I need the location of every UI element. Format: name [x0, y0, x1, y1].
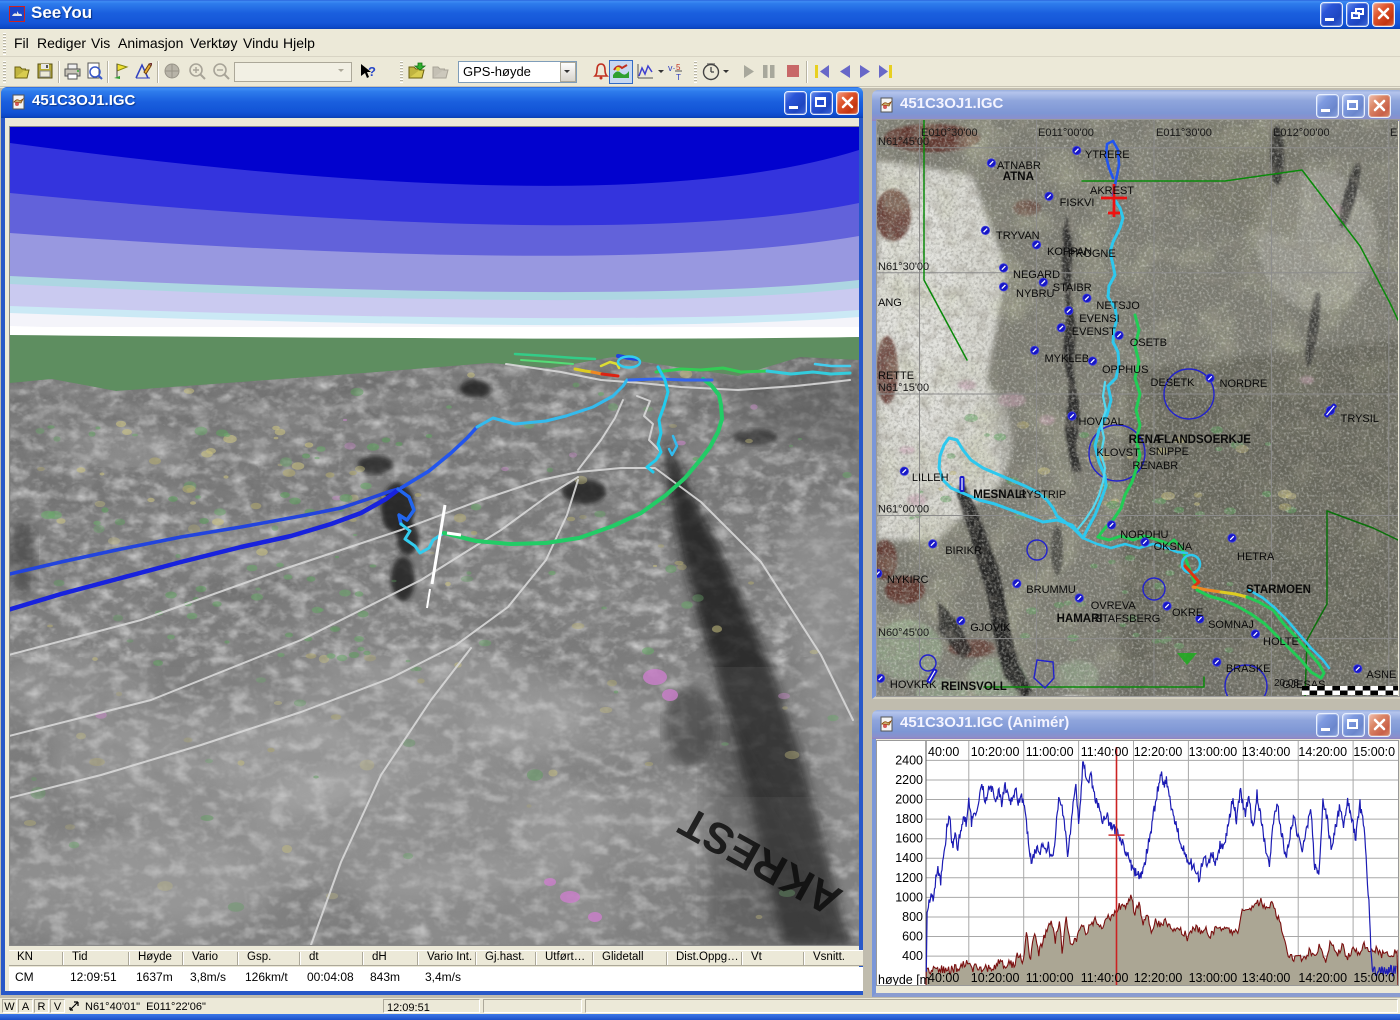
svg-text:10:20:00: 10:20:00 — [971, 745, 1020, 759]
svg-text:OVREVA: OVREVA — [1091, 600, 1137, 612]
svg-text:E011°30'00: E011°30'00 — [1156, 127, 1212, 139]
svg-text:RETTE: RETTE — [878, 370, 914, 382]
svg-text:EVENSI: EVENSI — [1079, 313, 1119, 325]
svg-text:1200: 1200 — [895, 871, 923, 885]
svg-text:ANG: ANG — [878, 297, 902, 309]
svg-text:N61°00'00: N61°00'00 — [878, 504, 929, 516]
svg-text:OSETB: OSETB — [1130, 337, 1167, 349]
svg-text:STARMOEN: STARMOEN — [1246, 584, 1311, 596]
svg-text:NEGARD: NEGARD — [1013, 269, 1060, 281]
svg-text:BIRIKR: BIRIKR — [945, 545, 982, 557]
svg-text:12:20:00: 12:20:00 — [1134, 745, 1183, 759]
svg-text:LILLEH: LILLEH — [912, 472, 949, 484]
svg-text:E011°00'00: E011°00'00 — [1038, 127, 1094, 139]
svg-text:NETSJO: NETSJO — [1096, 300, 1140, 312]
svg-text:11:00:00: 11:00:00 — [1026, 745, 1074, 759]
svg-text:HOLTE: HOLTE — [1263, 636, 1299, 648]
svg-text:N61°45'00: N61°45'00 — [878, 136, 929, 148]
svg-text:N60°45'00: N60°45'00 — [878, 627, 929, 639]
svg-text:2000: 2000 — [895, 793, 923, 807]
svg-text:600: 600 — [902, 930, 923, 944]
svg-text:15:00:0: 15:00:0 — [1353, 971, 1395, 985]
svg-text:11:00:00: 11:00:00 — [1026, 971, 1074, 985]
svg-text:YTRERE: YTRERE — [1085, 149, 1130, 161]
svg-text:FLANDSOERKJE: FLANDSOERKJE — [1157, 434, 1251, 446]
svg-text:2400: 2400 — [895, 753, 923, 767]
svg-text:13:00:00: 13:00:00 — [1189, 745, 1238, 759]
svg-text:400: 400 — [902, 949, 923, 963]
svg-text:NYBRU: NYBRU — [1016, 288, 1055, 300]
svg-text:OKSNA: OKSNA — [1154, 541, 1193, 553]
svg-text:NORDRE: NORDRE — [1220, 378, 1268, 390]
svg-text:1400: 1400 — [895, 851, 923, 865]
svg-text:NYKIRC: NYKIRC — [887, 574, 929, 586]
svg-text:EVENST: EVENST — [1072, 326, 1116, 338]
svg-text:13:40:00: 13:40:00 — [1242, 745, 1291, 759]
svg-text:1800: 1800 — [895, 812, 923, 826]
svg-text:1600: 1600 — [895, 832, 923, 846]
svg-text:SNIPPE: SNIPPE — [1149, 446, 1189, 458]
svg-text:2200: 2200 — [895, 773, 923, 787]
svg-text:KLOVST: KLOVST — [1096, 447, 1140, 459]
svg-text:MYKLEB: MYKLEB — [1045, 353, 1090, 365]
svg-text:13:00:00: 13:00:00 — [1189, 971, 1238, 985]
svg-text:PROGNE: PROGNE — [1068, 248, 1116, 260]
svg-text:TRYSIL: TRYSIL — [1341, 413, 1379, 425]
svg-text:14:20:00: 14:20:00 — [1298, 745, 1347, 759]
svg-text:40:00: 40:00 — [928, 971, 959, 985]
svg-text:STAIBR: STAIBR — [1053, 282, 1092, 294]
svg-text:20.08: 20.08 — [1274, 678, 1299, 689]
svg-text:HAMARI: HAMARI — [1057, 613, 1103, 625]
svg-text:AKREST: AKREST — [1090, 185, 1134, 197]
svg-text:E012°00'00: E012°00'00 — [1273, 127, 1330, 139]
svg-text:TRYVAN: TRYVAN — [996, 230, 1040, 242]
svg-text:E010°30'00: E010°30'00 — [921, 127, 978, 139]
svg-text:N61°30'00: N61°30'00 — [878, 261, 929, 273]
svg-text:FISKVI: FISKVI — [1060, 197, 1095, 209]
svg-text:ATNA: ATNA — [1003, 171, 1034, 183]
svg-text:SOMNAJ: SOMNAJ — [1208, 619, 1254, 631]
svg-text:REINSVOLL: REINSVOLL — [941, 681, 1007, 693]
svg-text:N61°15'00: N61°15'00 — [878, 382, 929, 394]
svg-text:STAFSBERG: STAFSBERG — [1095, 613, 1161, 625]
svg-text:HOVDAL: HOVDAL — [1079, 416, 1124, 428]
svg-text:DESETK: DESETK — [1151, 377, 1196, 389]
svg-text:13:40:00: 13:40:00 — [1242, 971, 1291, 985]
svg-text:v·: v· — [668, 63, 676, 73]
svg-text:BRUMMU: BRUMMU — [1026, 584, 1076, 596]
svg-text:40:00: 40:00 — [928, 745, 959, 759]
svg-text:1000: 1000 — [895, 890, 923, 904]
svg-text:GJOVIK: GJOVIK — [970, 622, 1011, 634]
svg-text:høyde [m: høyde [m — [878, 973, 930, 986]
svg-text:HETRA: HETRA — [1237, 551, 1275, 563]
svg-text:RYSTRIP: RYSTRIP — [1019, 489, 1066, 501]
svg-text:15:00:0: 15:00:0 — [1353, 745, 1395, 759]
svg-text:MESNALI: MESNALI — [973, 489, 1025, 501]
svg-text:OPPHUS: OPPHUS — [1102, 364, 1148, 376]
svg-text:RENABR: RENABR — [1132, 460, 1178, 472]
svg-text:11:40:00: 11:40:00 — [1081, 745, 1129, 759]
svg-text:11:40:00: 11:40:00 — [1081, 971, 1129, 985]
svg-text:800: 800 — [902, 910, 923, 924]
svg-text:OKRE: OKRE — [1172, 607, 1203, 619]
svg-text:12:20:00: 12:20:00 — [1134, 971, 1183, 985]
svg-text:10:20:00: 10:20:00 — [971, 971, 1020, 985]
svg-text:14:20:00: 14:20:00 — [1298, 971, 1347, 985]
svg-text:?: ? — [368, 64, 376, 79]
svg-text:BRASKE: BRASKE — [1226, 663, 1271, 675]
svg-text:ASNE: ASNE — [1366, 669, 1396, 681]
svg-text:E: E — [1390, 127, 1397, 139]
svg-text:T: T — [676, 73, 681, 82]
